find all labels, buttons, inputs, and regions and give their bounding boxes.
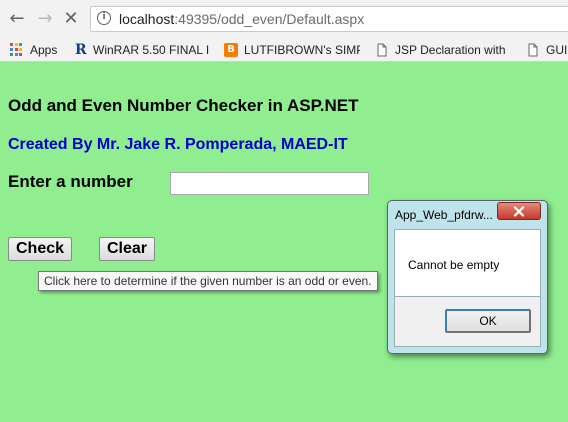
page-title: Odd and Even Number Checker in ASP.NET (8, 96, 359, 115)
ok-button[interactable]: OK (445, 309, 531, 333)
dialog-footer: OK (394, 297, 541, 347)
dialog-close-button[interactable] (497, 202, 541, 220)
dialog-title: App_Web_pfdrw... (395, 208, 493, 222)
close-icon (513, 206, 525, 217)
bookmark-lutfibrown[interactable]: B LUTFIBROWN's SIMP (224, 42, 360, 58)
message-dialog: App_Web_pfdrw... Cannot be empty OK (387, 200, 548, 354)
stop-loading-icon[interactable]: ✕ (61, 8, 81, 30)
address-bar[interactable]: i localhost:49395/odd_even/Default.aspx (90, 6, 568, 32)
page-icon (528, 43, 538, 57)
back-arrow-icon[interactable]: ← (7, 8, 27, 30)
clear-button[interactable]: Clear (99, 237, 155, 261)
forward-arrow-icon[interactable]: → (35, 8, 55, 30)
apps-grid-icon (10, 43, 24, 57)
author-line: Created By Mr. Jake R. Pomperada, MAED-I… (8, 136, 348, 153)
blogger-icon: B (224, 43, 238, 57)
info-icon[interactable]: i (97, 11, 111, 25)
r-logo-icon: R (75, 42, 87, 58)
bookmark-apps[interactable]: Apps (10, 42, 57, 58)
dialog-message: Cannot be empty (408, 258, 500, 272)
bookmark-winrar[interactable]: R WinRAR 5.50 FINAL I (75, 42, 209, 58)
dialog-body: Cannot be empty (394, 229, 541, 297)
number-input[interactable] (170, 172, 369, 195)
url-text: localhost:49395/odd_even/Default.aspx (119, 11, 365, 27)
browser-toolbar: ← → ✕ i localhost:49395/odd_even/Default… (0, 0, 568, 38)
bookmarks-bar: Apps R WinRAR 5.50 FINAL I B LUTFIBROWN'… (0, 38, 568, 62)
bookmark-gui[interactable]: GUI (526, 42, 567, 58)
check-button[interactable]: Check (8, 237, 72, 261)
page-icon (377, 43, 387, 57)
check-tooltip: Click here to determine if the given num… (38, 271, 378, 291)
number-label: Enter a number (8, 172, 133, 191)
bookmark-jsp[interactable]: JSP Declaration with (375, 42, 507, 58)
